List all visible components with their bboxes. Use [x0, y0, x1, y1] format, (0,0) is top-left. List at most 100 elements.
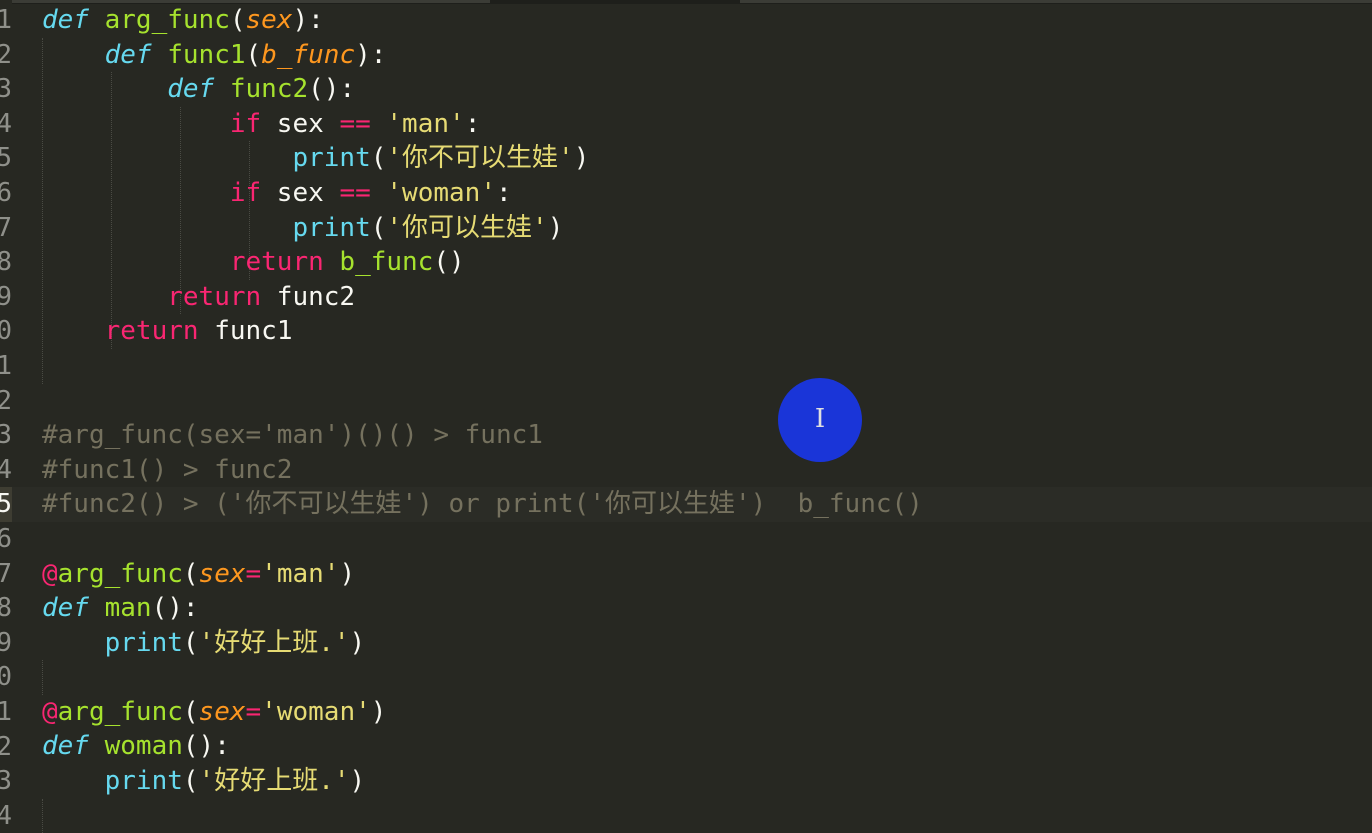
line-number: 9 — [0, 281, 12, 312]
code-token: = — [245, 558, 262, 589]
code-token: #func1() > func2 — [42, 454, 293, 485]
code-token: func2 — [229, 74, 309, 105]
code-token: '好好上班.' — [198, 766, 350, 797]
line-number: 4 — [0, 454, 12, 485]
code-token: def — [42, 5, 89, 35]
code-token: ( — [182, 766, 199, 797]
line-number: 4 — [0, 108, 12, 139]
code-token: @ — [42, 696, 58, 727]
code-line[interactable]: def man(): — [42, 591, 923, 626]
code-line[interactable]: return b_func() — [42, 245, 923, 280]
line-number: 2 — [0, 39, 12, 70]
line-number: 6 — [0, 524, 12, 554]
code-token: '好好上班.' — [198, 627, 350, 658]
code-token: print — [104, 627, 183, 658]
code-line[interactable]: print('好好上班.') — [42, 626, 923, 661]
code-token: print — [292, 143, 371, 174]
code-token: 'woman' — [386, 177, 496, 208]
code-line[interactable]: def func2(): — [42, 72, 923, 107]
code-token: sex — [198, 696, 246, 727]
line-number: 0 — [0, 662, 12, 693]
code-token: print — [104, 766, 183, 797]
line-number-gutter: 123456789012345678901234 — [0, 0, 12, 831]
code-line[interactable] — [42, 799, 923, 833]
code-line[interactable]: @arg_func(sex='woman') — [42, 695, 923, 730]
code-token: return — [229, 247, 324, 278]
code-token: sex — [245, 5, 293, 35]
code-token: def — [167, 74, 215, 105]
code-line[interactable]: return func1 — [42, 314, 923, 349]
code-token: == — [339, 177, 371, 208]
code-token: if — [229, 177, 262, 208]
line-number: 1 — [0, 697, 12, 727]
code-line[interactable]: @arg_func(sex='man') — [42, 557, 923, 592]
code-line[interactable] — [42, 349, 923, 384]
code-token: 'man' — [386, 108, 465, 139]
code-token: arg_func — [57, 696, 183, 727]
code-token: sex — [198, 558, 246, 589]
code-token: ( — [370, 212, 387, 243]
code-token: return — [104, 316, 199, 347]
line-number: 1 — [0, 5, 12, 35]
line-number: 7 — [0, 212, 12, 243]
code-token: ) — [339, 558, 356, 589]
code-line[interactable]: print('你不可以生娃') — [42, 141, 923, 176]
code-token: #func2() > ('你不可以生娃') or print('你可以生娃') … — [42, 489, 923, 520]
code-token: sex — [261, 177, 340, 208]
code-line[interactable]: #func2() > ('你不可以生娃') or print('你可以生娃') … — [42, 487, 923, 522]
code-token: ) — [547, 212, 564, 243]
code-token: return — [167, 281, 262, 312]
i-beam-cursor-icon: I — [814, 404, 826, 434]
code-line[interactable] — [42, 660, 923, 695]
code-token: woman — [104, 731, 183, 762]
code-token: ): — [355, 39, 387, 70]
code-token: ) — [370, 696, 387, 727]
code-token: func1 — [198, 316, 293, 347]
code-line[interactable]: def func1(b_func): — [42, 38, 923, 73]
code-token: ( — [182, 558, 199, 589]
line-number: 1 — [0, 351, 12, 381]
code-line[interactable]: return func2 — [42, 280, 923, 315]
code-line[interactable] — [42, 522, 923, 557]
code-line[interactable]: if sex == 'woman': — [42, 176, 923, 211]
code-token: 'man' — [261, 558, 340, 589]
code-token: sex — [261, 108, 340, 139]
code-token: #arg_func(sex='man')()() > func1 — [42, 420, 543, 451]
line-number: 3 — [0, 74, 12, 105]
code-token: ): — [292, 5, 324, 35]
line-number: 3 — [0, 420, 12, 451]
code-line[interactable]: def arg_func(sex): — [42, 3, 923, 38]
code-token: man — [104, 593, 152, 624]
code-line[interactable]: def woman(): — [42, 729, 923, 764]
code-token: : — [464, 108, 481, 139]
code-token: '你不可以生娃' — [386, 143, 574, 174]
code-token: arg_func — [57, 558, 183, 589]
code-token: print — [292, 212, 371, 243]
code-token: = — [245, 696, 262, 727]
code-line[interactable]: if sex == 'man': — [42, 107, 923, 142]
code-token: '你可以生娃' — [386, 212, 548, 243]
code-line[interactable]: #func1() > func2 — [42, 453, 923, 488]
code-token: ( — [182, 627, 199, 658]
code-token: def — [104, 39, 152, 70]
code-token: ) — [349, 627, 366, 658]
line-number: 6 — [0, 178, 12, 208]
code-line[interactable]: print('你可以生娃') — [42, 211, 923, 246]
code-token: (): — [182, 731, 230, 762]
code-line[interactable]: print('好好上班.') — [42, 764, 923, 799]
code-token: == — [339, 108, 371, 139]
